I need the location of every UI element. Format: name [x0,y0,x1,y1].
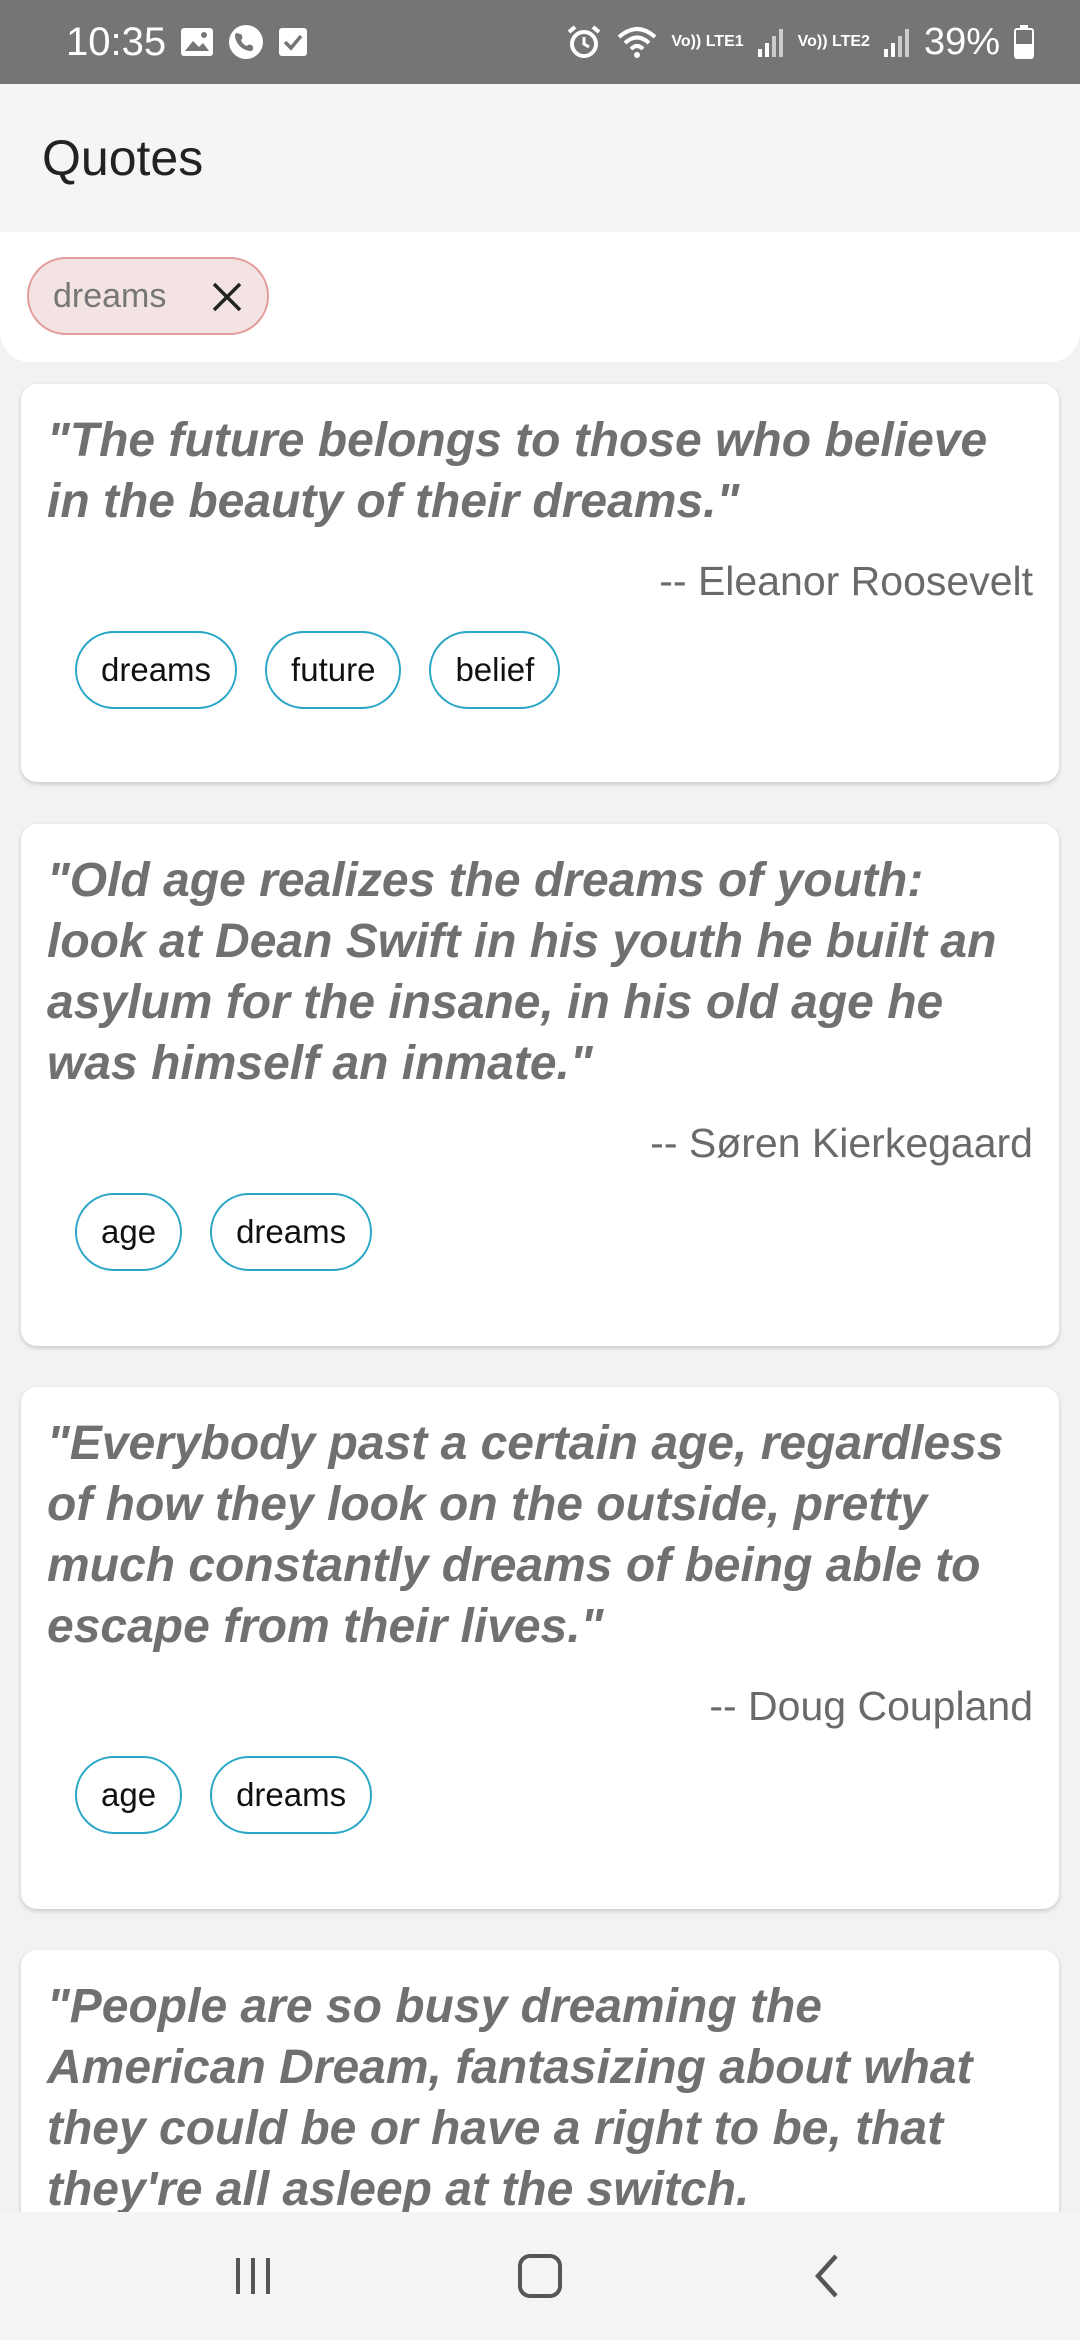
filter-chip-label: dreams [53,276,167,315]
recent-apps-icon [236,2258,271,2294]
quote-author: -- Søren Kierkegaard [650,1120,1033,1166]
tag-list: dreams future belief [47,631,1033,709]
quote-author: -- Eleanor Roosevelt [659,558,1033,604]
back-button[interactable] [767,2226,887,2326]
quote-text: "People are so busy dreaming the America… [47,1980,973,2212]
tag-list: age dreams [47,1193,1033,1271]
network-2-label: Vo)) LTE2 [797,33,870,50]
quote-text: "The future belongs to those who believe… [47,414,988,528]
network-1-label: Vo)) LTE1 [671,33,744,50]
quote-card[interactable]: "People are so busy dreaming the America… [21,1950,1059,2212]
status-time: 10:35 [66,19,167,64]
tag-chip[interactable]: belief [429,631,561,709]
tag-chip[interactable]: future [265,631,402,709]
signal-icon [757,27,784,57]
alarm-icon [565,23,603,61]
app-bar: Quotes [0,84,1080,232]
quote-card[interactable]: "Everybody past a certain age, regardles… [21,1387,1059,1909]
home-button[interactable] [480,2226,600,2326]
quote-card[interactable]: "Old age realizes the dreams of youth: l… [21,824,1059,1346]
page-title: Quotes [42,130,204,186]
recent-apps-button[interactable] [193,2226,313,2326]
tag-chip[interactable]: age [75,1756,183,1834]
phone-icon [228,24,264,60]
status-bar: 10:35 Vo)) LTE1 Vo)) LTE2 39% [0,0,1080,84]
tag-chip[interactable]: dreams [75,631,238,709]
filter-chip-dreams[interactable]: dreams [27,257,269,335]
quote-text: "Everybody past a certain age, regardles… [47,1417,1004,1653]
tag-list: age dreams [47,1756,1033,1834]
home-icon [517,2254,562,2298]
tag-chip[interactable]: dreams [210,1193,373,1271]
quote-list[interactable]: "The future belongs to those who believe… [0,362,1080,2212]
quote-text: "Old age realizes the dreams of youth: l… [47,854,997,1090]
check-box-icon [278,27,308,57]
close-icon[interactable] [207,277,247,317]
battery-percent: 39% [923,20,1000,63]
quote-author: -- Doug Coupland [709,1683,1033,1729]
tag-chip[interactable]: dreams [210,1756,373,1834]
filter-area: dreams [0,232,1080,362]
wifi-icon [617,25,657,59]
signal-icon [883,27,910,57]
tag-chip[interactable]: age [75,1193,183,1271]
gallery-icon [180,27,214,57]
battery-icon [1014,25,1034,59]
quote-card[interactable]: "The future belongs to those who believe… [21,384,1059,782]
system-nav-bar [0,2212,1080,2340]
back-icon [814,2254,838,2298]
